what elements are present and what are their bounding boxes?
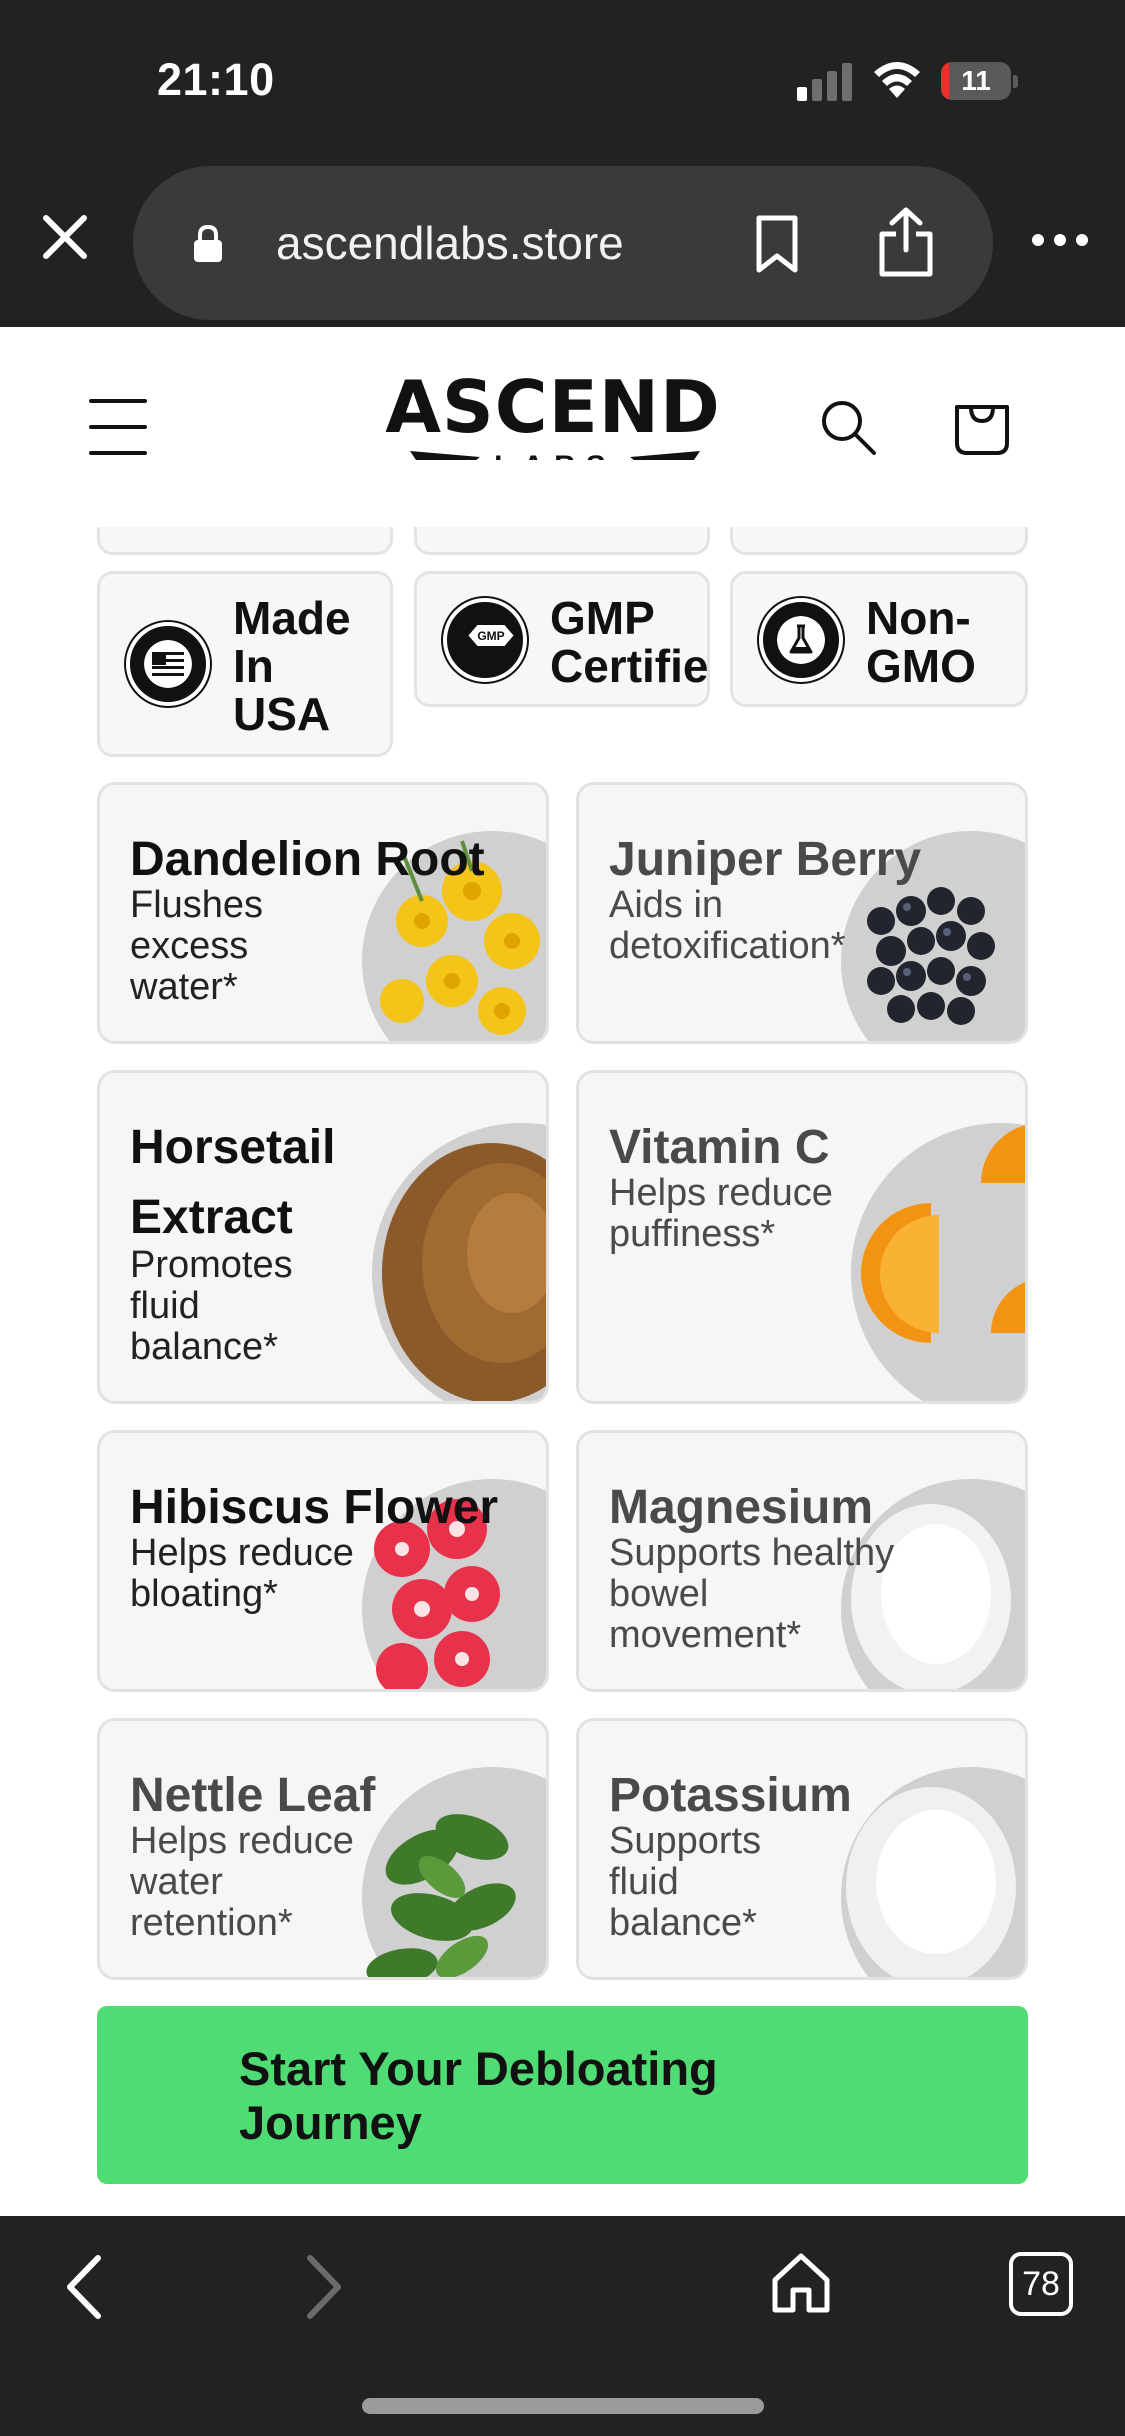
header-fade: [0, 460, 1125, 527]
ingredient-card-hibiscus-flower: Hibiscus Flower Helps reduce bloating*: [97, 1430, 549, 1692]
ingredient-card-horsetail-extract: Horsetail Extract Promotes fluid balance…: [97, 1070, 549, 1404]
badge-label: Non-: [866, 592, 971, 644]
home-icon[interactable]: [769, 2250, 833, 2316]
card-description: Supports fluid balance*: [609, 1820, 762, 1944]
search-icon[interactable]: [818, 397, 878, 457]
logo[interactable]: ASCEND: [366, 371, 740, 443]
third-party-tested-seal-icon: [759, 598, 843, 682]
start-journey-button[interactable]: Start Your Debloating Journey: [97, 2006, 1028, 2184]
card-description: Flushes excess water*: [130, 884, 264, 1008]
badge-label: USA: [233, 688, 331, 740]
ingredient-card-dandelion-root: Dandelion Root Flushes excess water*: [97, 782, 549, 1044]
back-icon[interactable]: [60, 2252, 110, 2322]
ingredient-card-nettle-leaf: Nettle Leaf Helps reduce water retention…: [97, 1718, 549, 1980]
card-description: Helps reduce bloating*: [130, 1532, 354, 1615]
browser-top-bar: 21:10 11 ascendlabs.store: [0, 0, 1125, 327]
battery-icon: 11: [941, 62, 1019, 100]
badge-label: Certified: [550, 640, 709, 692]
status-time: 21:10: [157, 54, 275, 105]
close-icon[interactable]: [40, 212, 90, 262]
badge-label: GMP: [550, 592, 655, 644]
lock-icon: [194, 224, 222, 262]
address-bar[interactable]: ascendlabs.store: [133, 166, 993, 320]
tabs-count-button[interactable]: 78: [1009, 2252, 1073, 2316]
ingredient-card-magnesium: Magnesium Supports healthy bowel movemen…: [576, 1430, 1028, 1692]
card-description: Promotes fluid balance*: [130, 1244, 293, 1368]
badge-gmp-certified: GMP GMP Certified: [414, 571, 710, 707]
forward-icon[interactable]: [298, 2252, 348, 2322]
horsetail-powder-image: [382, 1143, 546, 1401]
badge-non-gmo: Non- GMO: [730, 571, 1028, 707]
wifi-icon: [874, 62, 920, 98]
card-description: Supports healthy bowel movement*: [609, 1532, 895, 1656]
ingredient-card-potassium: Potassium Supports fluid balance*: [576, 1718, 1028, 1980]
url-text: ascendlabs.store: [276, 217, 624, 269]
cellular-signal-icon: [797, 63, 854, 101]
ingredient-card-vitamin-c: Vitamin C Helps reduce puffiness*: [576, 1070, 1028, 1404]
start-journey-label: Start Your Debloating Journey: [239, 2042, 718, 2149]
ingredient-card-juniper-berry: Juniper Berry Aids in detoxification*: [576, 782, 1028, 1044]
badge-made-in-usa: Made In USA: [97, 571, 393, 757]
card-title: Horsetail Extract: [130, 1121, 336, 1244]
battery-level: 11: [961, 65, 991, 96]
card-description: Aids in detoxification*: [609, 884, 846, 967]
home-indicator: [362, 2398, 764, 2414]
badge-label: In: [233, 640, 274, 692]
bookmark-icon[interactable]: [753, 214, 801, 274]
gmp-seal-icon: GMP: [443, 598, 527, 682]
card-description: Helps reduce water retention*: [130, 1820, 354, 1944]
menu-icon[interactable]: [89, 399, 147, 455]
badge-label: Made: [233, 592, 351, 644]
cart-icon[interactable]: [951, 393, 1013, 457]
svg-text:GMP: GMP: [477, 629, 504, 643]
badge-label: GMO: [866, 640, 976, 692]
card-description: Helps reduce puffiness*: [609, 1172, 833, 1255]
made-in-usa-seal-icon: [126, 622, 210, 706]
share-icon[interactable]: [876, 206, 936, 278]
more-options-icon[interactable]: [1030, 230, 1090, 250]
